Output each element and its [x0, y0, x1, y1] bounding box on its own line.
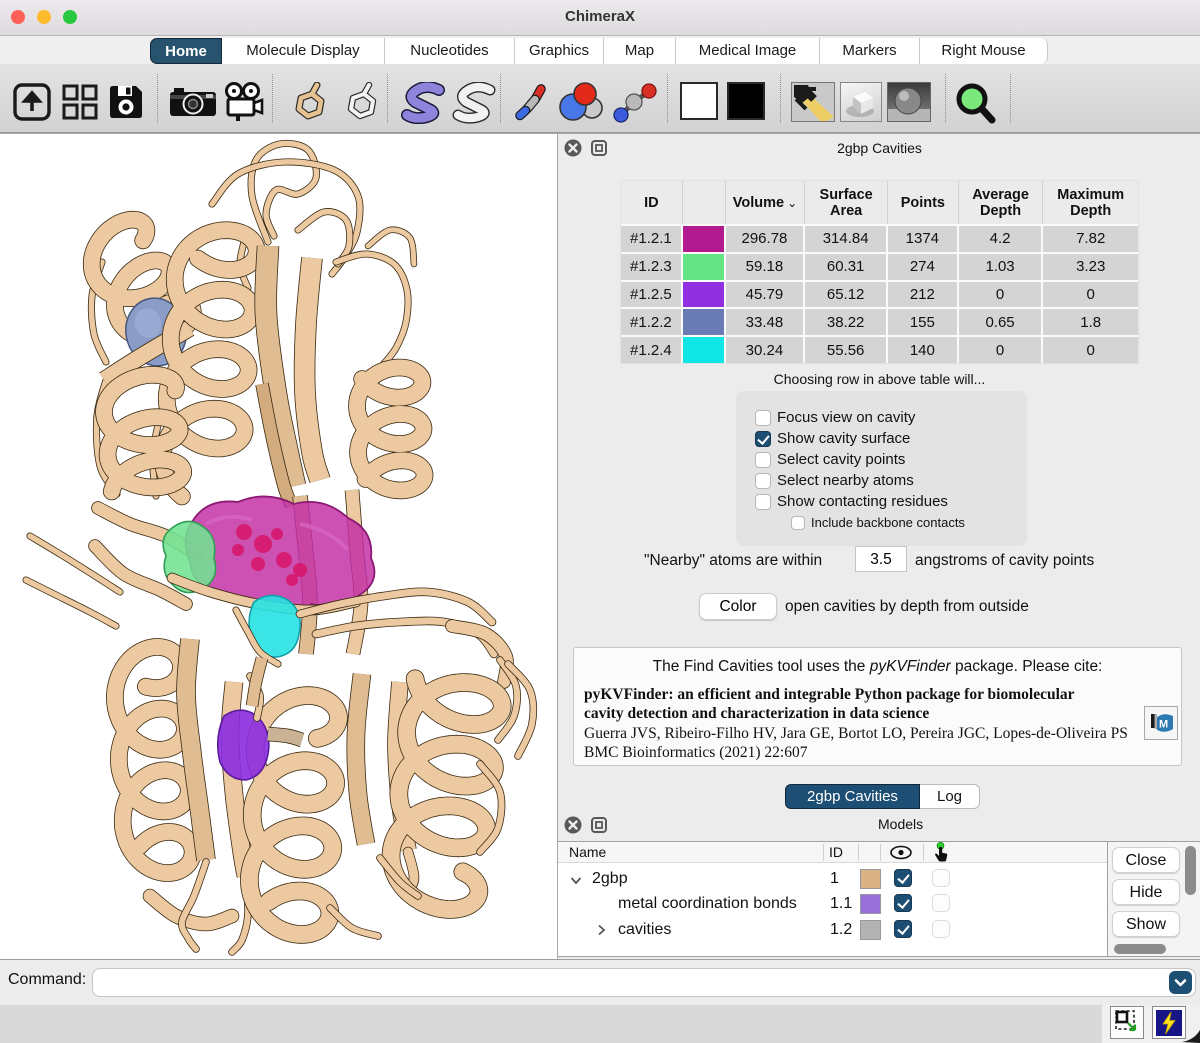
svg-text:M: M — [1159, 719, 1168, 731]
